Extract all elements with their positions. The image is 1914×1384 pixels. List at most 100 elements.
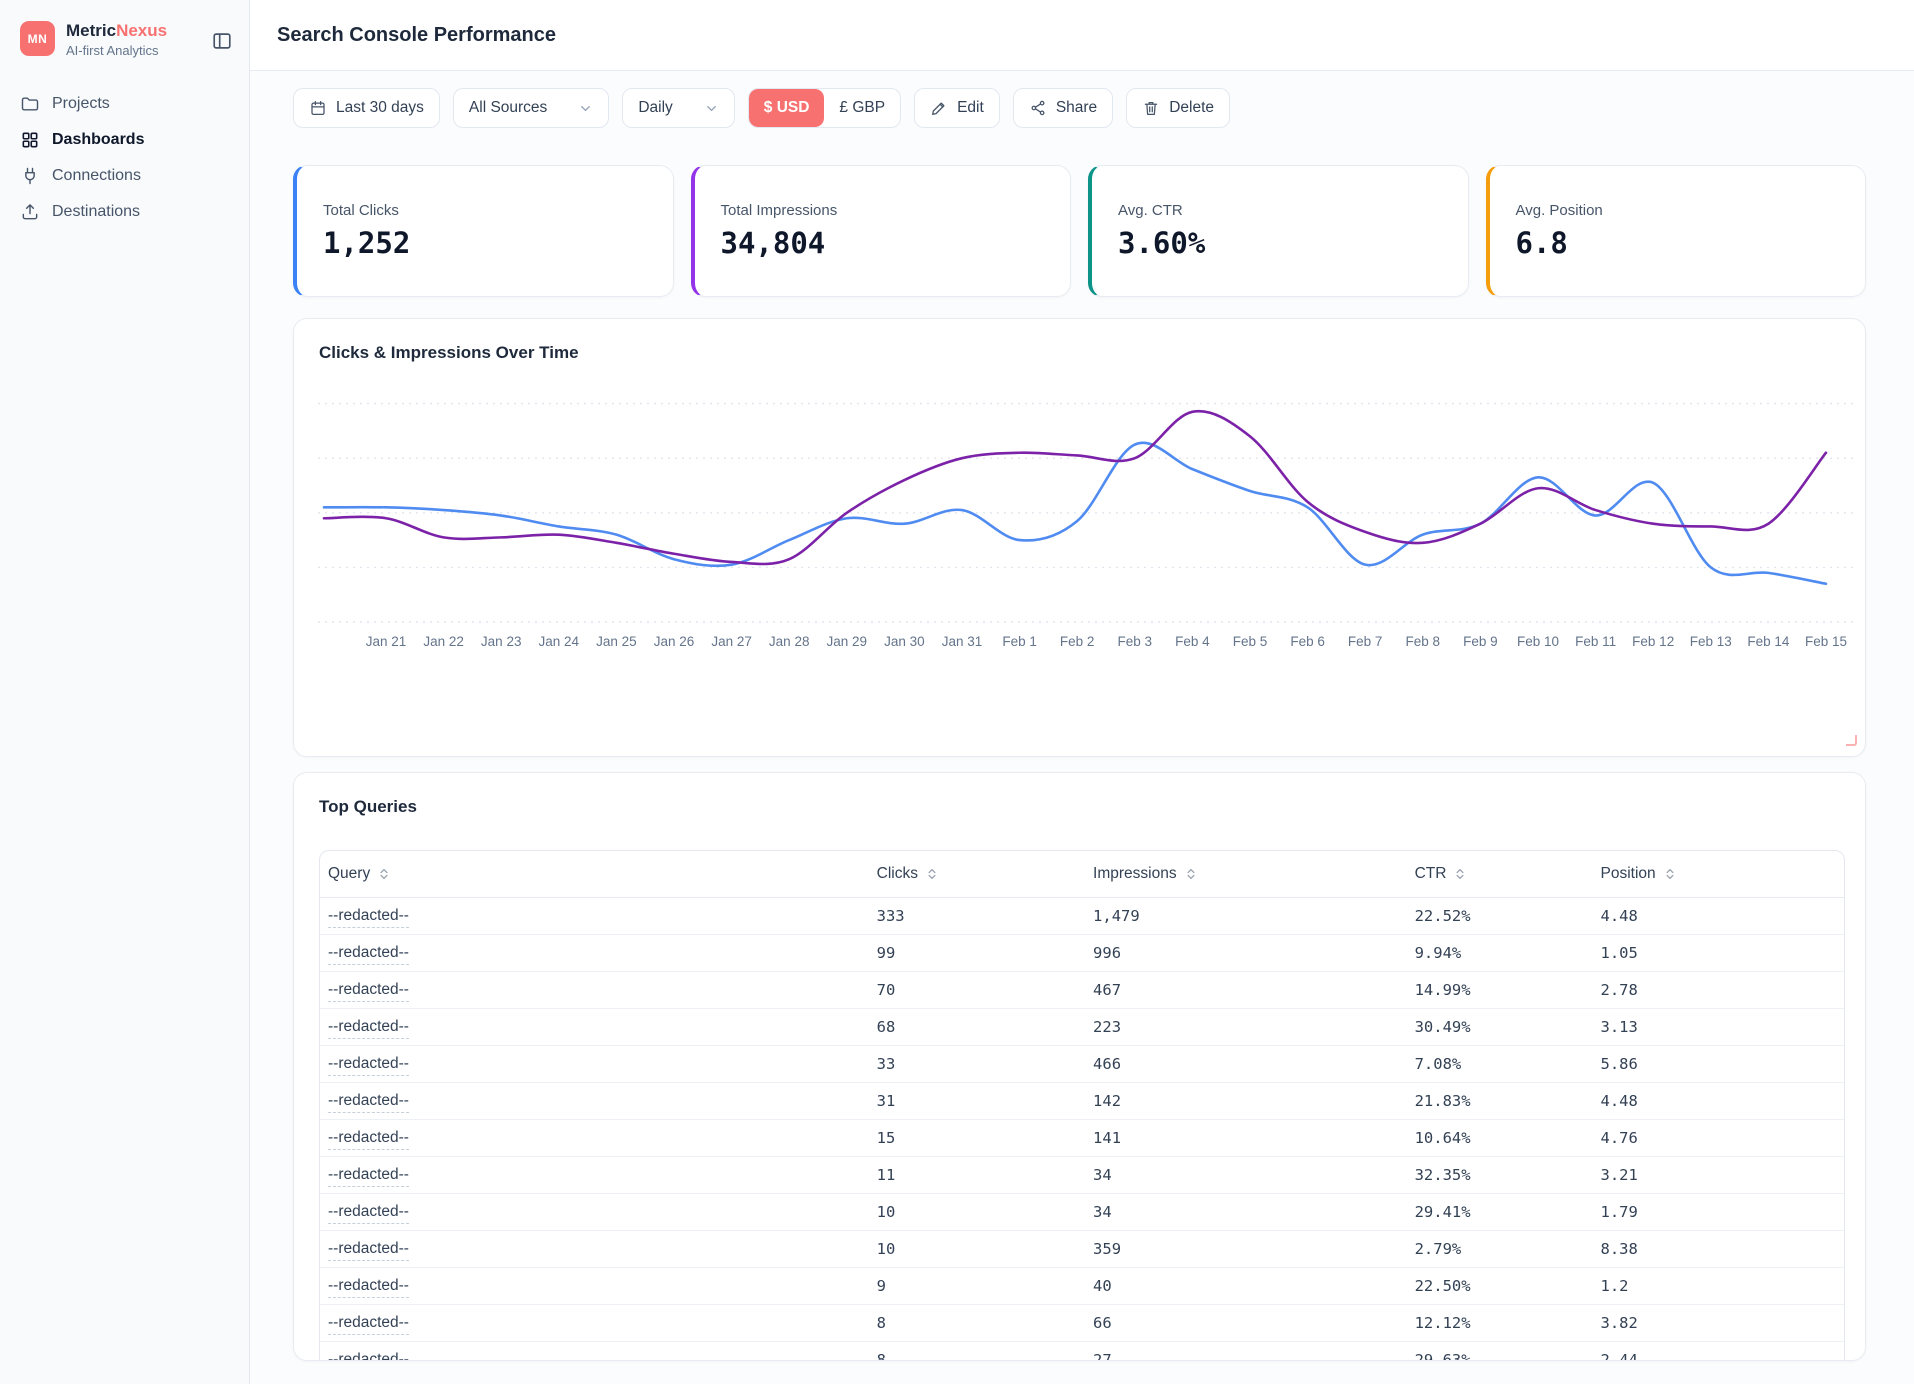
share-button[interactable]: Share xyxy=(1013,88,1113,128)
table-row: --redacted--3114221.83%4.48 xyxy=(320,1082,1844,1119)
value-cell: 1.2 xyxy=(1593,1267,1844,1304)
column-header-clicks[interactable]: Clicks xyxy=(869,851,1085,897)
sidebar-item-destinations[interactable]: Destinations xyxy=(0,194,249,230)
query-link[interactable]: --redacted-- xyxy=(328,1092,409,1113)
currency-gbp-button[interactable]: £ GBP xyxy=(824,89,900,127)
value-cell: 70 xyxy=(869,971,1085,1008)
upload-icon xyxy=(20,202,40,222)
currency-toggle: $ USD £ GBP xyxy=(748,88,901,128)
query-cell: --redacted-- xyxy=(320,1304,869,1341)
value-cell: 33 xyxy=(869,1045,1085,1082)
value-cell: 27 xyxy=(1085,1341,1407,1361)
query-link[interactable]: --redacted-- xyxy=(328,907,409,928)
series-line-impressions xyxy=(324,411,1826,564)
stat-card-avg-ctr: Avg. CTR 3.60% xyxy=(1088,165,1469,297)
delete-button[interactable]: Delete xyxy=(1126,88,1230,128)
stat-value: 6.8 xyxy=(1516,226,1840,260)
query-link[interactable]: --redacted-- xyxy=(328,1277,409,1298)
value-cell: 359 xyxy=(1085,1230,1407,1267)
resize-handle-icon[interactable] xyxy=(1846,735,1857,746)
sidebar-item-label: Destinations xyxy=(52,203,140,221)
query-link[interactable]: --redacted-- xyxy=(328,1018,409,1039)
query-link[interactable]: --redacted-- xyxy=(328,1129,409,1150)
line-chart: Jan 21Jan 22Jan 23Jan 24Jan 25Jan 26Jan … xyxy=(294,349,1865,684)
value-cell: 29.41% xyxy=(1407,1193,1593,1230)
column-header-query[interactable]: Query xyxy=(320,851,869,897)
table-row: --redacted--113432.35%3.21 xyxy=(320,1156,1844,1193)
query-link[interactable]: --redacted-- xyxy=(328,1240,409,1261)
table-header-row: Query Clicks Impressions CTR xyxy=(320,851,1844,897)
value-cell: 99 xyxy=(869,934,1085,971)
query-link[interactable]: --redacted-- xyxy=(328,1203,409,1224)
value-cell: 9 xyxy=(869,1267,1085,1304)
query-link[interactable]: --redacted-- xyxy=(328,981,409,1002)
sidebar-item-connections[interactable]: Connections xyxy=(0,158,249,194)
query-cell: --redacted-- xyxy=(320,1230,869,1267)
column-header-position[interactable]: Position xyxy=(1593,851,1844,897)
calendar-icon xyxy=(309,99,327,117)
sidebar-item-dashboards[interactable]: Dashboards xyxy=(0,122,249,158)
value-cell: 14.99% xyxy=(1407,971,1593,1008)
value-cell: 3.21 xyxy=(1593,1156,1844,1193)
currency-usd-button[interactable]: $ USD xyxy=(749,89,825,127)
x-axis-label: Feb 10 xyxy=(1517,634,1559,649)
date-range-button[interactable]: Last 30 days xyxy=(293,88,440,128)
x-axis-label: Feb 14 xyxy=(1747,634,1790,649)
value-cell: 21.83% xyxy=(1407,1082,1593,1119)
query-cell: --redacted-- xyxy=(320,897,869,934)
x-axis-label: Feb 15 xyxy=(1805,634,1847,649)
x-axis-label: Feb 13 xyxy=(1690,634,1732,649)
table-row: --redacted--1514110.64%4.76 xyxy=(320,1119,1844,1156)
date-range-label: Last 30 days xyxy=(336,99,424,117)
query-cell: --redacted-- xyxy=(320,1156,869,1193)
stat-card-total-clicks: Total Clicks 1,252 xyxy=(293,165,674,297)
query-link[interactable]: --redacted-- xyxy=(328,1166,409,1187)
x-axis-label: Jan 21 xyxy=(366,634,407,649)
brand: MN MetricNexus AI-first Analytics xyxy=(0,0,249,58)
x-axis-label: Jan 28 xyxy=(769,634,810,649)
value-cell: 32.35% xyxy=(1407,1156,1593,1193)
source-filter-select[interactable]: All Sources xyxy=(453,88,609,128)
x-axis-label: Feb 12 xyxy=(1632,634,1674,649)
column-header-ctr[interactable]: CTR xyxy=(1407,851,1593,897)
table-row: --redacted--103592.79%8.38 xyxy=(320,1230,1844,1267)
granularity-select[interactable]: Daily xyxy=(622,88,734,128)
chevron-down-icon xyxy=(578,101,593,116)
value-cell: 10 xyxy=(869,1193,1085,1230)
query-cell: --redacted-- xyxy=(320,1008,869,1045)
query-cell: --redacted-- xyxy=(320,1119,869,1156)
brand-name: MetricNexus xyxy=(66,21,167,41)
query-link[interactable]: --redacted-- xyxy=(328,944,409,965)
value-cell: 15 xyxy=(869,1119,1085,1156)
brand-logo: MN xyxy=(20,21,55,56)
stat-cards: Total Clicks 1,252 Total Impressions 34,… xyxy=(293,165,1866,297)
value-cell: 40 xyxy=(1085,1267,1407,1304)
query-link[interactable]: --redacted-- xyxy=(328,1055,409,1076)
x-axis-label: Jan 31 xyxy=(942,634,983,649)
x-axis-label: Feb 6 xyxy=(1290,634,1325,649)
edit-button[interactable]: Edit xyxy=(914,88,1000,128)
sort-icon xyxy=(925,867,939,881)
value-cell: 68 xyxy=(869,1008,1085,1045)
share-label: Share xyxy=(1056,99,1097,117)
value-cell: 4.48 xyxy=(1593,1082,1844,1119)
value-cell: 142 xyxy=(1085,1082,1407,1119)
value-cell: 4.76 xyxy=(1593,1119,1844,1156)
table-row: --redacted--334667.08%5.86 xyxy=(320,1045,1844,1082)
column-header-impressions[interactable]: Impressions xyxy=(1085,851,1407,897)
value-cell: 34 xyxy=(1085,1156,1407,1193)
x-axis-label: Feb 9 xyxy=(1463,634,1498,649)
top-queries-card: Top Queries Query Clicks xyxy=(293,772,1866,1361)
sidebar-collapse-icon[interactable] xyxy=(211,30,233,52)
sidebar-item-label: Projects xyxy=(52,95,110,113)
x-axis-label: Feb 7 xyxy=(1348,634,1383,649)
stat-value: 3.60% xyxy=(1118,226,1442,260)
value-cell: 30.49% xyxy=(1407,1008,1593,1045)
stat-value: 1,252 xyxy=(323,226,647,260)
table-row: --redacted--82729.63%2.44 xyxy=(320,1341,1844,1361)
sidebar-item-projects[interactable]: Projects xyxy=(0,86,249,122)
query-link[interactable]: --redacted-- xyxy=(328,1314,409,1335)
value-cell: 22.52% xyxy=(1407,897,1593,934)
x-axis-label: Jan 27 xyxy=(711,634,752,649)
query-link[interactable]: --redacted-- xyxy=(328,1351,409,1362)
